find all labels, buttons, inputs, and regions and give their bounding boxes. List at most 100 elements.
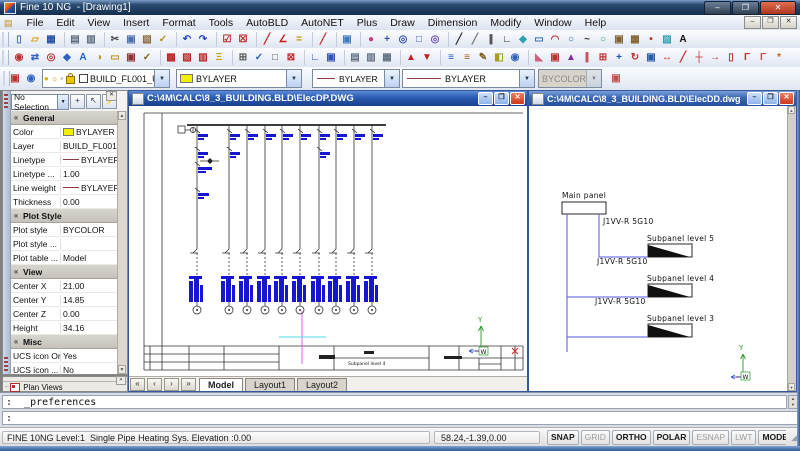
menu-plus[interactable]: Plus bbox=[350, 17, 383, 29]
property-row[interactable]: «Plot style ... bbox=[11, 237, 118, 251]
extend-icon[interactable]: → bbox=[707, 51, 723, 65]
ucs-icon[interactable]: ∟ bbox=[307, 51, 323, 65]
region-icon[interactable]: ⊠ bbox=[283, 51, 299, 65]
selection-combo[interactable]: No Selection ▼ bbox=[11, 94, 69, 110]
break-icon[interactable]: ▯ bbox=[723, 51, 739, 65]
menu-draw[interactable]: Draw bbox=[384, 17, 422, 29]
property-row[interactable]: «LinetypeBYLAYER bbox=[11, 153, 118, 167]
stretch-icon[interactable]: ↔ bbox=[659, 51, 675, 65]
xref-icon[interactable]: ▩ bbox=[163, 51, 179, 65]
menu-autobld[interactable]: AutoBLD bbox=[240, 17, 295, 29]
arc-icon[interactable]: ◠ bbox=[547, 32, 563, 46]
command-history[interactable]: : _preferences bbox=[2, 395, 787, 409]
redo-icon[interactable]: ↷ bbox=[195, 32, 211, 46]
coordinates-display[interactable]: 58.24,-1.39,0.00 bbox=[434, 431, 540, 444]
fillet-icon[interactable]: Γ bbox=[755, 51, 771, 65]
zoom-window-icon[interactable]: □ bbox=[411, 32, 427, 46]
field-icon[interactable]: ✓ bbox=[251, 51, 267, 65]
scale-icon[interactable]: ▣ bbox=[643, 51, 659, 65]
property-header[interactable]: «Misc bbox=[11, 335, 118, 349]
ray-icon[interactable]: ╱ bbox=[467, 32, 483, 46]
mdi-close-button[interactable]: ✕ bbox=[780, 16, 797, 29]
layers-dialog-icon[interactable]: ≡ bbox=[443, 51, 459, 65]
circle-icon[interactable]: ○ bbox=[563, 32, 579, 46]
layout-icon[interactable]: ▤ bbox=[347, 51, 363, 65]
layer-on-icon[interactable]: ● bbox=[44, 74, 49, 83]
chamfer-icon[interactable]: Γ bbox=[739, 51, 755, 65]
hyperlink-icon[interactable]: ● bbox=[363, 32, 379, 46]
doc2-close-button[interactable]: ✕ bbox=[779, 92, 794, 105]
menu-tools[interactable]: Tools bbox=[202, 17, 240, 29]
image-frame-icon[interactable]: ▥ bbox=[195, 51, 211, 65]
select-objects-button[interactable]: ↖ bbox=[86, 94, 101, 109]
copy-object-icon[interactable]: ▣ bbox=[547, 51, 563, 65]
erase-icon[interactable]: ◣ bbox=[531, 51, 547, 65]
property-header[interactable]: «Plot Style bbox=[11, 209, 118, 223]
lights-icon[interactable]: ▭ bbox=[107, 51, 123, 65]
linetype-combo[interactable]: BYLAYER ▼ bbox=[312, 69, 400, 88]
scroll-up-icon[interactable]: ▲ bbox=[788, 106, 795, 114]
3d-views-icon[interactable]: ◆ bbox=[59, 51, 75, 65]
doc1-close-button[interactable]: ✕ bbox=[510, 92, 525, 105]
toolbar-grip[interactable] bbox=[2, 32, 9, 47]
layer-lock-icon[interactable] bbox=[66, 76, 75, 84]
property-header[interactable]: «View bbox=[11, 265, 118, 279]
print-preview-icon[interactable]: ▥ bbox=[83, 32, 99, 46]
regen-icon[interactable]: ⇄ bbox=[27, 51, 43, 65]
drawing-menu-icon[interactable]: ▤ bbox=[4, 18, 15, 28]
layer-isolate-icon[interactable]: ✎ bbox=[475, 51, 491, 65]
toggle-lwt[interactable]: LWT bbox=[731, 430, 756, 445]
level-down-icon[interactable]: ▼ bbox=[419, 51, 435, 65]
layer-match-icon[interactable]: ◉ bbox=[507, 51, 523, 65]
doc1-canvas[interactable]: Subpanel level 4 Y W bbox=[129, 106, 527, 377]
tab-next-button[interactable]: › bbox=[164, 378, 179, 391]
property-row[interactable]: «ColorBYLAYER bbox=[11, 125, 118, 139]
mdi-restore-button[interactable]: ❐ bbox=[762, 16, 779, 29]
command-input[interactable]: : bbox=[2, 411, 798, 425]
toggle-pickadd-button[interactable]: + bbox=[70, 94, 85, 109]
scroll-up-icon[interactable]: ▲ bbox=[118, 111, 126, 120]
doc1-title-bar[interactable]: C:\4M\CALC\8_3_BUILDING.BLD\ElecDP.DWG –… bbox=[129, 91, 527, 106]
maximize-button[interactable]: ❐ bbox=[732, 1, 759, 15]
image-attach-icon[interactable]: ▨ bbox=[179, 51, 195, 65]
scroll-down-icon[interactable]: ▼ bbox=[118, 365, 126, 374]
property-row[interactable]: «Thickness0.00 bbox=[11, 195, 118, 209]
property-row[interactable]: «Plot table ...Model bbox=[11, 251, 118, 265]
doc2-minimize-button[interactable]: – bbox=[747, 92, 762, 105]
offset-icon[interactable]: ∥ bbox=[579, 51, 595, 65]
selection-combo-arrow[interactable]: ▼ bbox=[57, 95, 68, 109]
lineweight-combo[interactable]: BYLAYER ▼ bbox=[402, 69, 535, 88]
spline-icon[interactable]: ~ bbox=[579, 32, 595, 46]
property-row[interactable]: «Linetype ...1.00 bbox=[11, 167, 118, 181]
property-row[interactable]: «Center Y14.85 bbox=[11, 293, 118, 307]
ellipse-icon[interactable]: ○ bbox=[595, 32, 611, 46]
match-properties-icon[interactable]: ✓ bbox=[155, 32, 171, 46]
materials-icon[interactable]: ▣ bbox=[123, 51, 139, 65]
layer-freeze-icon[interactable]: ◧ bbox=[491, 51, 507, 65]
dim-angular-icon[interactable]: ∠ bbox=[275, 32, 291, 46]
rotate-icon[interactable]: ↻ bbox=[627, 51, 643, 65]
tab-last-button[interactable]: » bbox=[181, 378, 196, 391]
save-icon[interactable]: ▦ bbox=[43, 32, 59, 46]
toggle-model[interactable]: MODEL bbox=[758, 430, 786, 445]
linetype-combo-arrow[interactable]: ▼ bbox=[384, 70, 399, 87]
check-drawing-icon[interactable]: ☑ bbox=[219, 32, 235, 46]
polyline-icon[interactable]: ∟ bbox=[499, 32, 515, 46]
insert-block-icon[interactable]: ▣ bbox=[611, 32, 627, 46]
plan-views-item[interactable]: ┈ Plan Views bbox=[3, 382, 127, 392]
menu-file[interactable]: File bbox=[20, 17, 50, 29]
rectangle-icon[interactable]: ▭ bbox=[531, 32, 547, 46]
layer-combo[interactable]: ● ☼ ▪ BUILD_FL001_US ▼ bbox=[42, 69, 170, 88]
viewport-single-icon[interactable]: □ bbox=[267, 51, 283, 65]
line-icon[interactable]: ╱ bbox=[451, 32, 467, 46]
menu-help[interactable]: Help bbox=[578, 17, 613, 29]
toggle-polar[interactable]: POLAR bbox=[653, 430, 691, 445]
menu-insert[interactable]: Insert bbox=[117, 17, 156, 29]
point-icon[interactable]: • bbox=[643, 32, 659, 46]
move-icon[interactable]: + bbox=[611, 51, 627, 65]
tab-first-button[interactable]: « bbox=[130, 378, 145, 391]
page-setup-icon[interactable]: ▥ bbox=[363, 51, 379, 65]
panel-close-icon[interactable]: ✕ bbox=[116, 376, 126, 385]
layer-states-icon[interactable]: ≡ bbox=[459, 51, 475, 65]
doc1-minimize-button[interactable]: – bbox=[478, 92, 493, 105]
